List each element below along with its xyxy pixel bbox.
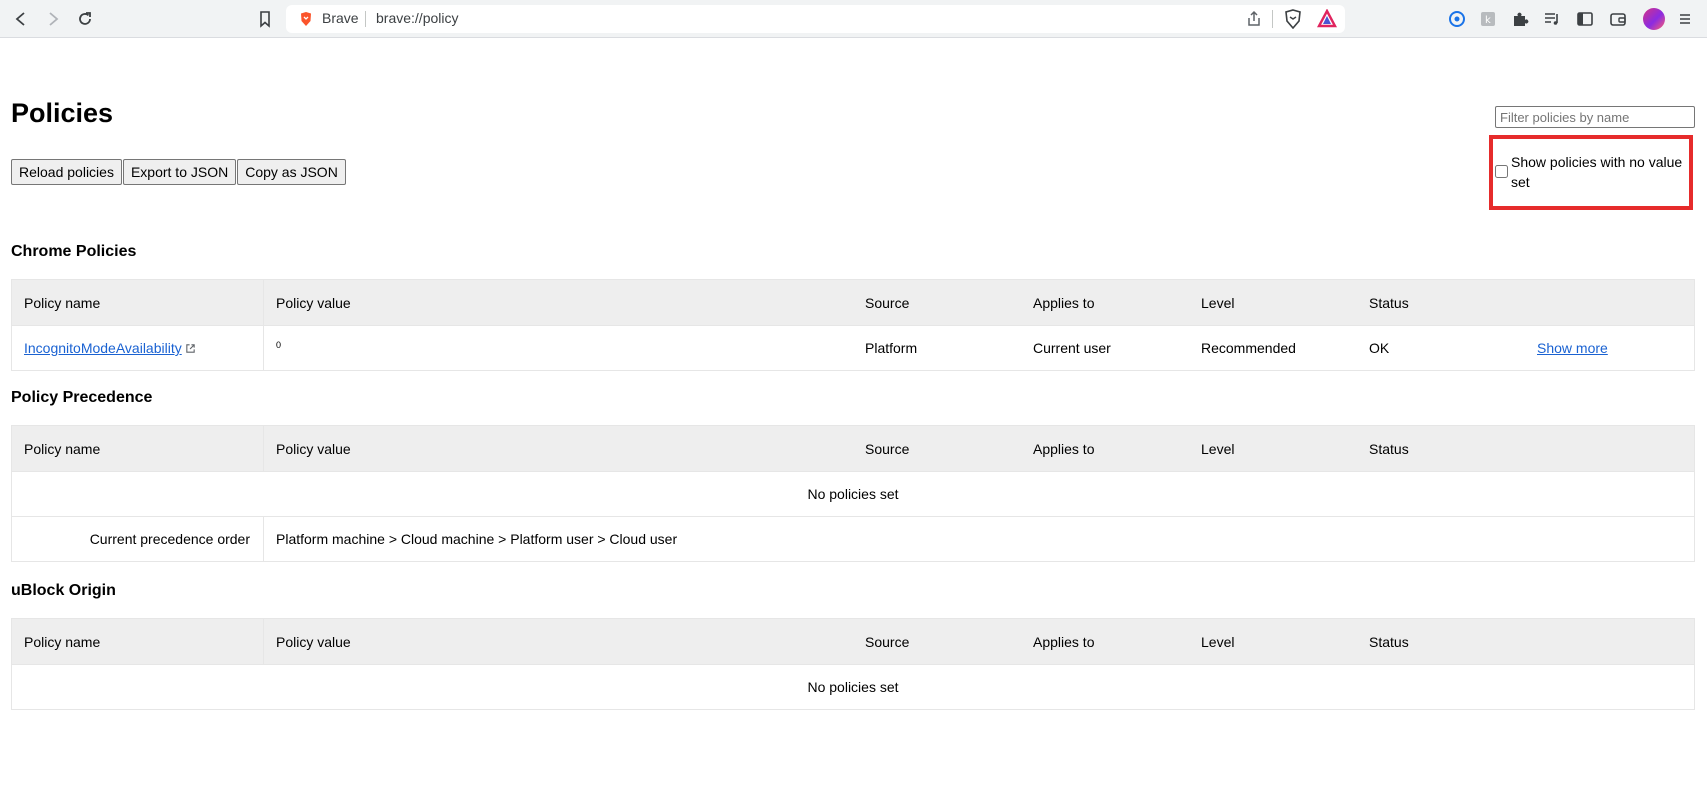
no-policies-text: No policies set: [807, 679, 899, 695]
col-status: Status: [1369, 294, 1409, 311]
table-header: Policy name Policy value Source Applies …: [12, 619, 1694, 664]
table-row: IncognitoModeAvailability 0 Platform Cur…: [12, 325, 1694, 370]
policy-applies-cell: Current user: [1033, 340, 1111, 356]
chrome-policies-title: Chrome Policies: [11, 243, 137, 260]
export-json-button[interactable]: Export to JSON: [122, 159, 237, 185]
col-source: Source: [865, 633, 910, 650]
column-divider: [263, 426, 264, 471]
extension-icon[interactable]: k: [1477, 8, 1499, 30]
col-applies-to: Applies to: [1033, 633, 1095, 650]
show-no-value-checkbox[interactable]: [1495, 165, 1508, 178]
policy-precedence-title: Policy Precedence: [11, 389, 153, 406]
ublock-origin-table: Policy name Policy value Source Applies …: [11, 618, 1695, 710]
table-header: Policy name Policy value Source Applies …: [12, 280, 1694, 325]
policy-name-cell: IncognitoModeAvailability: [24, 326, 196, 370]
address-url[interactable]: brave://policy: [376, 10, 458, 26]
table-header: Policy name Policy value Source Applies …: [12, 426, 1694, 471]
address-separator: [365, 11, 366, 27]
col-level: Level: [1201, 294, 1235, 311]
col-policy-name: Policy name: [24, 440, 101, 457]
col-status: Status: [1369, 440, 1409, 457]
brave-logo-icon: [298, 11, 314, 27]
share-icon[interactable]: [1245, 10, 1263, 28]
ublock-origin-title: uBlock Origin: [11, 582, 116, 599]
chrome-policies-table: Policy name Policy value Source Applies …: [11, 279, 1695, 371]
col-applies-to: Applies to: [1033, 294, 1095, 311]
reading-list-icon[interactable]: [1541, 8, 1563, 30]
show-no-value-label[interactable]: Show policies with no value set: [1511, 152, 1685, 192]
bookmark-icon[interactable]: [254, 8, 276, 30]
back-arrow-icon[interactable]: [10, 8, 32, 30]
sidebar-icon[interactable]: [1574, 8, 1596, 30]
svg-text:k: k: [1485, 15, 1491, 26]
menu-icon[interactable]: [1674, 8, 1696, 30]
col-source: Source: [865, 440, 910, 457]
forward-arrow-icon[interactable]: [42, 8, 64, 30]
vpn-extension-icon[interactable]: [1446, 8, 1468, 30]
policy-source-cell: Platform: [865, 340, 918, 356]
policy-value-cell: 0: [276, 340, 282, 350]
reload-icon[interactable]: [74, 8, 96, 30]
empty-row: No policies set: [12, 471, 1694, 516]
show-no-value-toggle: Show policies with no value set: [1495, 152, 1685, 192]
profile-avatar[interactable]: [1643, 8, 1665, 30]
col-level: Level: [1201, 440, 1235, 457]
col-policy-value: Policy value: [276, 440, 351, 457]
browser-toolbar: Brave brave://policy k: [0, 0, 1707, 38]
no-policies-text: No policies set: [807, 486, 899, 502]
page-title: Policies: [11, 98, 114, 128]
column-divider: [263, 619, 264, 664]
precedence-value: Platform machine > Cloud machine > Platf…: [276, 531, 678, 547]
precedence-row: Current precedence order Platform machin…: [12, 516, 1694, 561]
show-more-link[interactable]: Show more: [1537, 326, 1608, 370]
brave-shields-icon[interactable]: [1283, 9, 1303, 30]
column-divider: [263, 280, 264, 325]
address-bar[interactable]: Brave brave://policy: [286, 5, 1345, 33]
wallet-icon[interactable]: [1607, 8, 1629, 30]
reload-policies-button[interactable]: Reload policies: [11, 159, 122, 185]
col-source: Source: [865, 294, 910, 311]
column-divider: [263, 517, 264, 561]
filter-policies-input[interactable]: [1495, 106, 1695, 128]
col-policy-name: Policy name: [24, 294, 101, 311]
col-policy-value: Policy value: [276, 633, 351, 650]
policy-precedence-table: Policy name Policy value Source Applies …: [11, 425, 1695, 562]
policy-level-cell: Recommended: [1201, 340, 1296, 356]
address-divider: [1272, 10, 1273, 28]
brave-rewards-icon[interactable]: [1317, 8, 1337, 29]
precedence-label: Current precedence order: [89, 531, 250, 547]
col-status: Status: [1369, 633, 1409, 650]
col-level: Level: [1201, 633, 1235, 650]
col-policy-value: Policy value: [276, 294, 351, 311]
policy-status-cell: OK: [1369, 340, 1390, 356]
col-applies-to: Applies to: [1033, 440, 1095, 457]
external-link-icon: [186, 343, 195, 353]
empty-row: No policies set: [12, 664, 1694, 709]
address-brand-label: Brave: [322, 10, 359, 26]
puzzle-icon[interactable]: [1509, 8, 1531, 30]
policy-actions: Reload policies Export to JSON Copy as J…: [11, 159, 347, 185]
policy-name-link[interactable]: IncognitoModeAvailability: [24, 340, 182, 356]
copy-json-button[interactable]: Copy as JSON: [237, 159, 346, 185]
column-divider: [263, 326, 264, 370]
col-policy-name: Policy name: [24, 633, 101, 650]
